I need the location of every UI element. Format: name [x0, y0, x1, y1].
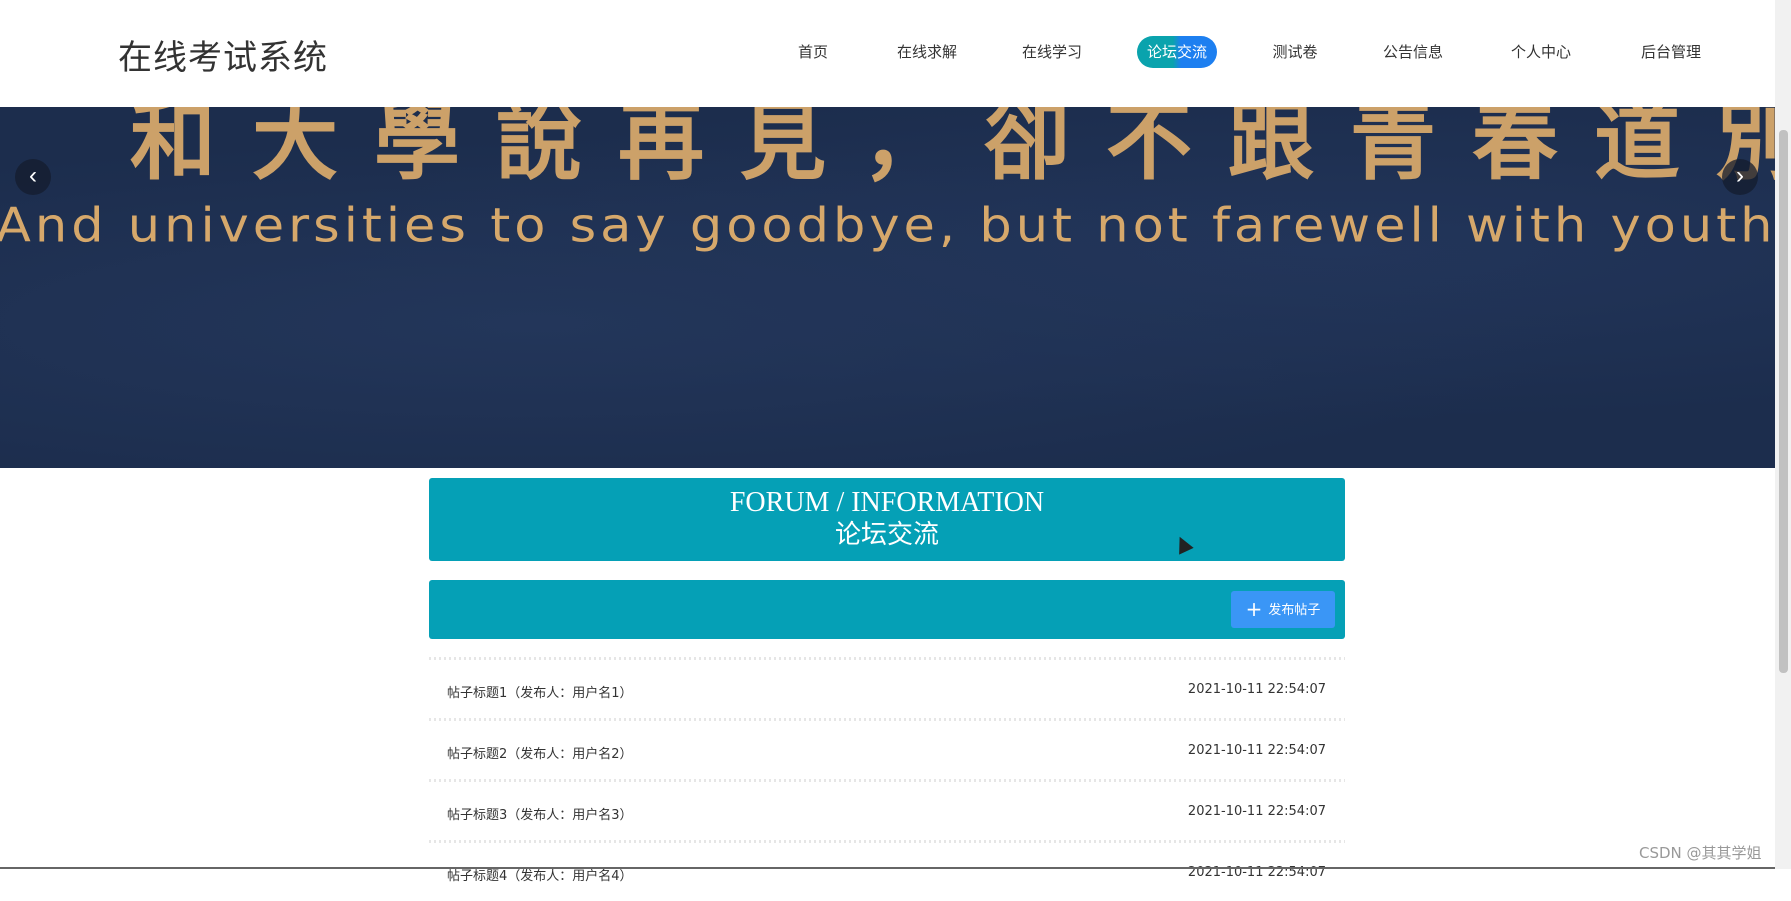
plus-icon: + [1245, 597, 1263, 621]
action-bar: + 发布帖子 [429, 580, 1345, 639]
post-date: 2021-10-11 22:54:07 [1187, 682, 1326, 697]
banner-english-text: And universities to say goodbye, but not… [0, 199, 1775, 254]
banner-chinese-text: 和大學說再見，卻不跟青春道別 [130, 107, 1775, 192]
top-header: 在线考试系统 首页 在线求解 在线学习 论坛交流 测试卷 公告信息 个人中心 后… [0, 0, 1775, 107]
post-title[interactable]: 帖子标题3（发布人：用户名3） [447, 804, 633, 823]
post-title[interactable]: 帖子标题1（发布人：用户名1） [447, 682, 633, 701]
list-item[interactable]: 帖子标题2（发布人：用户名2） 2021-10-11 22:54:07 [429, 721, 1345, 779]
hero-banner: 和大學說再見，卻不跟青春道別 And universities to say g… [0, 107, 1775, 468]
page-scrollbar[interactable] [1775, 0, 1791, 869]
post-list: 帖子标题1（发布人：用户名1） 2021-10-11 22:54:07 帖子标题… [429, 657, 1345, 901]
nav-item-test-paper[interactable]: 测试卷 [1272, 36, 1317, 68]
list-item[interactable]: 帖子标题4（发布人：用户名4） 2021-10-11 22:54:07 [429, 843, 1345, 901]
list-item[interactable]: 帖子标题1（发布人：用户名1） 2021-10-11 22:54:07 [429, 660, 1345, 718]
publish-post-button[interactable]: + 发布帖子 [1231, 591, 1335, 628]
section-title-cn: 论坛交流 [834, 520, 939, 550]
post-date: 2021-10-11 22:54:07 [1187, 804, 1326, 819]
chevron-left-icon[interactable]: ‹ [15, 159, 51, 195]
csdn-watermark: CSDN @其其学姐 [1639, 844, 1762, 862]
nav-item-forum[interactable]: 论坛交流 [1136, 36, 1218, 68]
section-title-en: FORUM / INFORMATION [729, 487, 1045, 518]
post-title[interactable]: 帖子标题2（发布人：用户名2） [447, 743, 633, 762]
nav-item-personal-center[interactable]: 个人中心 [1511, 36, 1571, 68]
scrollbar-thumb[interactable] [1779, 130, 1788, 673]
post-date: 2021-10-11 22:54:07 [1187, 743, 1326, 758]
section-title-box: FORUM / INFORMATION 论坛交流 [429, 478, 1345, 561]
chevron-right-icon[interactable]: › [1722, 159, 1758, 195]
nav-item-announcements[interactable]: 公告信息 [1383, 36, 1443, 68]
nav-item-admin[interactable]: 后台管理 [1641, 36, 1701, 68]
nav-item-home[interactable]: 首页 [798, 36, 828, 68]
site-logo[interactable]: 在线考试系统 [118, 30, 328, 79]
publish-post-label: 发布帖子 [1268, 603, 1321, 618]
list-item[interactable]: 帖子标题3（发布人：用户名3） 2021-10-11 22:54:07 [429, 782, 1345, 840]
nav-item-online-solve[interactable]: 在线求解 [897, 36, 957, 68]
nav-item-online-learning[interactable]: 在线学习 [1022, 36, 1082, 68]
